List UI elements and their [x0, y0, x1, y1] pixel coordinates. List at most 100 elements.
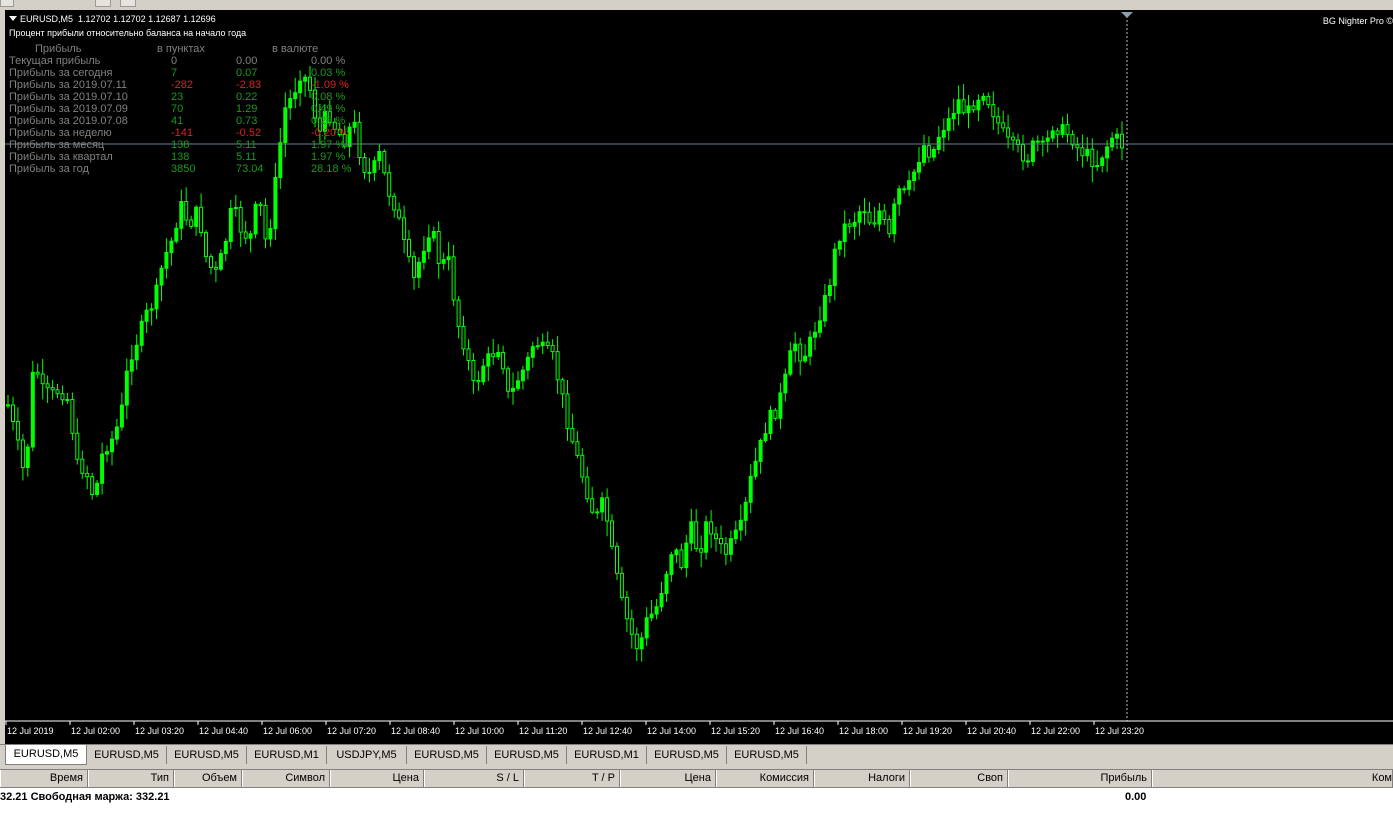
candle-body: [50, 387, 55, 391]
candle-body: [1075, 144, 1080, 149]
candle-body: [818, 320, 822, 333]
candle-body: [392, 195, 397, 211]
profit-row-money: -2.83: [236, 79, 262, 91]
profit-row-label: Прибыль за 2019.07.11: [9, 79, 128, 91]
terminal-column-header[interactable]: Тип: [88, 770, 174, 787]
chart-tab[interactable]: EURUSD,M5: [647, 746, 727, 764]
candle-body: [545, 341, 550, 347]
time-tick-label: 12 Jul 03:20: [135, 726, 185, 736]
candle-body: [926, 145, 931, 158]
terminal-column-header[interactable]: S / L: [424, 770, 524, 787]
candle-body: [372, 160, 377, 173]
time-tick-label: 12 Jul 11:20: [519, 726, 568, 736]
candle-body: [228, 208, 233, 242]
profit-row-money: 0.73: [236, 115, 258, 127]
price-chart[interactable]: [5, 10, 1393, 744]
candle-body: [402, 217, 407, 240]
terminal-column-header[interactable]: Налоги: [814, 770, 910, 787]
candle-body: [426, 237, 431, 252]
candle-body: [75, 432, 80, 460]
time-tick-label: 12 Jul 10:00: [455, 726, 505, 736]
candle-body: [362, 157, 367, 173]
candle-body: [877, 210, 882, 225]
candle-body: [174, 227, 179, 242]
candle-body: [1011, 136, 1016, 141]
candle-body: [956, 99, 961, 114]
candle-body: [55, 389, 60, 395]
candle-body: [491, 353, 496, 358]
candle-body: [377, 151, 382, 162]
candle-body: [753, 460, 758, 477]
candle-body: [520, 369, 525, 382]
candle-body: [134, 344, 139, 361]
toolbar-button[interactable]: [95, 0, 111, 7]
toolbar-button[interactable]: [120, 0, 136, 7]
candle-body: [689, 521, 694, 544]
candle-body: [273, 177, 278, 230]
candle-body: [60, 393, 65, 401]
toolbar-button[interactable]: [0, 0, 14, 7]
candle-body: [431, 231, 436, 239]
candle-body: [85, 472, 90, 478]
terminal-column-header[interactable]: Цена: [620, 770, 716, 787]
dropdown-triangle-icon[interactable]: [9, 16, 17, 21]
candle-body: [728, 538, 733, 555]
candle-body: [407, 238, 411, 258]
time-tick-label: 12 Jul 20:40: [967, 726, 1017, 736]
profit-row-label: Прибыль за год: [9, 163, 89, 175]
candle-body: [669, 554, 674, 575]
candle-body: [1025, 160, 1030, 163]
indicator-title: Процент прибыли относительно баланса на …: [9, 28, 247, 38]
candle-body: [976, 99, 981, 111]
candle-body: [654, 606, 659, 615]
candle-body: [560, 379, 565, 395]
total-profit-value: 0.00: [1125, 791, 1147, 803]
profit-row-percent: 28.18 %: [311, 163, 352, 175]
candle-body: [263, 205, 268, 240]
terminal-column-header[interactable]: T / P: [524, 770, 620, 787]
candle-body: [466, 348, 471, 361]
chart-tab[interactable]: USDJPY,M5: [327, 746, 407, 764]
terminal-column-header[interactable]: Своп: [910, 770, 1008, 787]
profit-row-points: 7: [171, 67, 178, 79]
chart-shift-marker-icon[interactable]: [1121, 12, 1133, 18]
chart-tab[interactable]: EURUSD,M5: [87, 746, 167, 764]
candle-body: [1105, 146, 1110, 159]
candle-body: [1100, 157, 1105, 166]
terminal-column-header[interactable]: Цена: [330, 770, 424, 787]
candle-body: [1055, 130, 1060, 135]
candle-body: [580, 454, 585, 478]
profit-row-percent: 0.00 %: [311, 55, 346, 67]
chart-tab[interactable]: EURUSD,M5: [727, 746, 807, 764]
chart-tab[interactable]: EURUSD,M1: [247, 746, 327, 764]
terminal-column-header[interactable]: Объем: [174, 770, 242, 787]
candle-body: [986, 95, 991, 106]
candle-body: [258, 203, 263, 206]
candle-body: [917, 161, 921, 173]
profit-row-money: 0.00: [236, 55, 258, 67]
terminal-column-header[interactable]: Время: [0, 770, 88, 787]
candle-body: [951, 112, 956, 120]
chart-window[interactable]: EURUSD,M5 1.12702 1.12702 1.12687 1.1269…: [5, 10, 1393, 744]
chart-tab[interactable]: EURUSD,M5: [167, 746, 247, 764]
chart-tab[interactable]: EURUSD,M1: [567, 746, 647, 764]
terminal-column-header[interactable]: Комиссия: [716, 770, 814, 787]
terminal-column-header[interactable]: Символ: [242, 770, 330, 787]
terminal-column-header[interactable]: Ком: [1152, 770, 1393, 787]
candle-body: [595, 511, 600, 514]
candle-body: [570, 427, 575, 443]
chart-tab[interactable]: EURUSD,M5: [407, 746, 487, 764]
chart-tab[interactable]: EURUSD,M5: [487, 746, 567, 764]
terminal-column-header[interactable]: Прибыль: [1008, 770, 1152, 787]
candle-body: [189, 219, 194, 227]
profit-row-percent: 0.03 %: [311, 67, 346, 79]
candle-body: [723, 543, 728, 555]
time-tick-label: 12 Jul 16:40: [775, 726, 825, 736]
candle-body: [1095, 165, 1100, 168]
time-tick-label: 12 Jul 14:00: [647, 726, 697, 736]
candle-body: [288, 98, 293, 109]
chart-tab[interactable]: EURUSD,M5: [5, 745, 87, 765]
profit-row-percent: 1.97 %: [311, 151, 346, 163]
profit-row-money: 73.04: [236, 163, 264, 175]
candle-body: [931, 148, 936, 158]
